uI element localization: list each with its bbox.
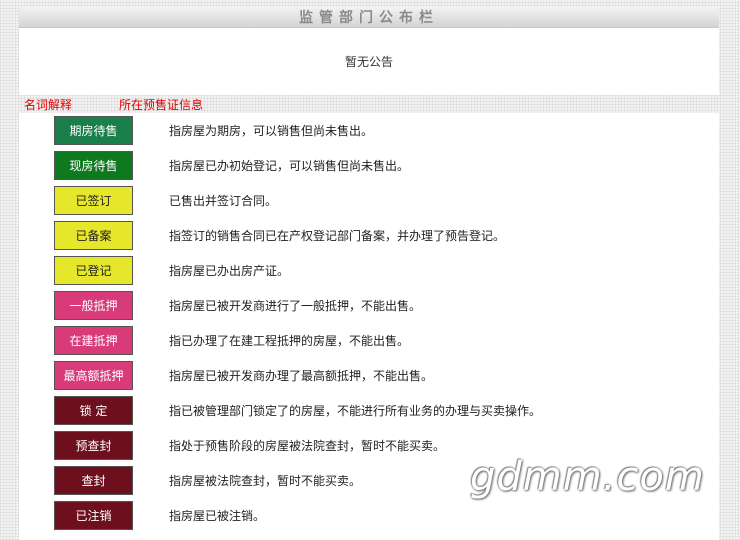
- status-description: 指房屋已被注销。: [169, 509, 266, 523]
- status-badge-pre-seized: 预查封: [54, 431, 133, 460]
- status-description: 指房屋已办出房产证。: [169, 264, 290, 278]
- site-watermark: gdmm.com: [470, 454, 705, 500]
- status-description: 指房屋已被开发商进行了一般抵押，不能出售。: [169, 299, 422, 313]
- legend-row-registered: 已登记 指房屋已办出房产证。: [19, 253, 719, 288]
- legend-row-locked: 锁 定 指已被管理部门锁定了的房屋，不能进行所有业务的办理与买卖操作。: [19, 393, 719, 428]
- status-badge-cancelled: 已注销: [54, 501, 133, 530]
- status-description: 已售出并签订合同。: [169, 194, 278, 208]
- status-badge-filed: 已备案: [54, 221, 133, 250]
- notice-board-content: 暂无公告: [344, 54, 393, 69]
- legend-row-filed: 已备案 指签订的销售合同已在产权登记部门备案，并办理了预告登记。: [19, 218, 719, 253]
- status-badge-max-amount-mortgage: 最高额抵押: [54, 361, 133, 390]
- legend-row-construction-mortgage: 在建抵押 指已办理了在建工程抵押的房屋，不能出售。: [19, 323, 719, 358]
- legend-row-signed: 已签订 已售出并签订合同。: [19, 183, 719, 218]
- legend-row-completed-for-sale: 现房待售 指房屋已办初始登记，可以销售但尚未售出。: [19, 148, 719, 183]
- info-links: 名词解释 所在预售证信息: [24, 98, 203, 112]
- status-badge-locked: 锁 定: [54, 396, 133, 425]
- status-description: 指处于预售阶段的房屋被法院查封，暂时不能买卖。: [169, 439, 446, 453]
- status-description: 指已被管理部门锁定了的房屋，不能进行所有业务的办理与买卖操作。: [169, 404, 542, 418]
- legend-row-general-mortgage: 一般抵押 指房屋已被开发商进行了一般抵押，不能出售。: [19, 288, 719, 323]
- glossary-link[interactable]: 名词解释: [24, 98, 119, 112]
- status-badge-forward-for-sale: 期房待售: [54, 116, 133, 145]
- status-description: 指已办理了在建工程抵押的房屋，不能出售。: [169, 334, 410, 348]
- notice-board-title: 监管部门公布栏: [19, 6, 719, 28]
- status-badge-general-mortgage: 一般抵押: [54, 291, 133, 320]
- status-badge-seized: 查封: [54, 466, 133, 495]
- status-badge-registered: 已登记: [54, 256, 133, 285]
- status-description: 指房屋已办初始登记，可以销售但尚未售出。: [169, 159, 410, 173]
- legend-row-cancelled: 已注销 指房屋已被注销。: [19, 498, 719, 533]
- status-description: 指房屋为期房，可以销售但尚未售出。: [169, 124, 374, 138]
- notice-board: 监管部门公布栏 暂无公告: [19, 6, 719, 95]
- status-badge-completed-for-sale: 现房待售: [54, 151, 133, 180]
- status-badge-signed: 已签订: [54, 186, 133, 215]
- status-description: 指房屋被法院查封，暂时不能买卖。: [169, 474, 362, 488]
- status-badge-construction-mortgage: 在建抵押: [54, 326, 133, 355]
- status-description: 指房屋已被开发商办理了最高额抵押，不能出售。: [169, 369, 434, 383]
- legend-row-max-amount-mortgage: 最高额抵押 指房屋已被开发商办理了最高额抵押，不能出售。: [19, 358, 719, 393]
- presale-info-link[interactable]: 所在预售证信息: [119, 98, 203, 112]
- legend-row-forward-for-sale: 期房待售 指房屋为期房，可以销售但尚未售出。: [19, 113, 719, 148]
- status-description: 指签订的销售合同已在产权登记部门备案，并办理了预告登记。: [169, 229, 506, 243]
